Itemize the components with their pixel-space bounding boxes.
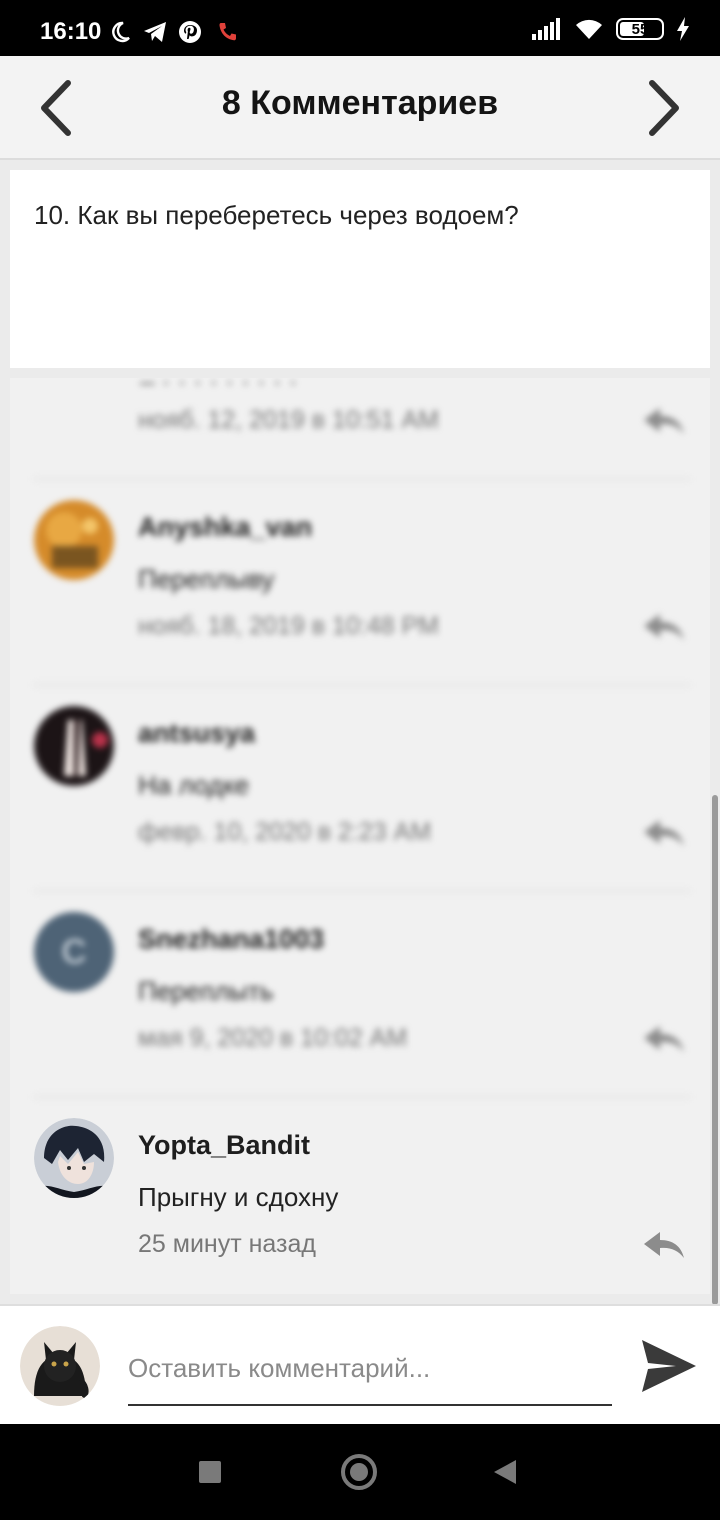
reply-icon[interactable] (640, 608, 688, 648)
battery-icon: 55 (616, 18, 664, 40)
question-card: 10. Как вы переберетесь через водоем? (10, 170, 710, 368)
reply-icon[interactable] (640, 402, 688, 442)
wifi-icon (576, 19, 602, 39)
list-item: C Snezhana1003 Переплыть мая 9, 2020 в 1… (10, 892, 710, 1098)
next-button[interactable] (636, 80, 692, 136)
avatar[interactable] (34, 706, 114, 786)
comment-author[interactable]: Anyshka_van (138, 512, 312, 543)
signal-icon (532, 18, 560, 40)
battery-level: 55 (631, 20, 649, 38)
question-text: 10. Как вы переберетесь через водоем? (34, 200, 519, 230)
header: 8 Комментариев (0, 56, 720, 160)
list-item: – · · · · · · · · · нояб. 12, 2019 в 10:… (10, 378, 710, 480)
comment-author[interactable]: Snezhana1003 (138, 924, 324, 955)
reply-icon[interactable] (640, 814, 688, 854)
status-bar: 16:10 55 (0, 0, 720, 56)
status-time: 16:10 (40, 18, 102, 45)
list-item: Anyshka_van Переплыву нояб. 18, 2019 в 1… (10, 480, 710, 686)
comment-time: нояб. 18, 2019 в 10:48 PM (138, 612, 439, 640)
recent-apps-icon[interactable] (199, 1461, 221, 1483)
comment-text: На лодке (138, 770, 250, 800)
send-button[interactable] (638, 1336, 700, 1396)
scrollbar[interactable] (712, 795, 718, 1305)
avatar[interactable]: C (34, 912, 114, 992)
my-avatar[interactable] (20, 1326, 100, 1406)
avatar[interactable] (34, 1118, 114, 1198)
comments-list[interactable]: – · · · · · · · · · нояб. 12, 2019 в 10:… (10, 378, 710, 1294)
comment-author[interactable]: antsusya (138, 718, 255, 749)
comment-time: нояб. 12, 2019 в 10:51 AM (138, 406, 439, 434)
home-icon[interactable] (341, 1454, 377, 1490)
moon-icon (112, 21, 130, 43)
comment-input[interactable] (128, 1340, 612, 1406)
reply-icon[interactable] (640, 1226, 688, 1266)
telegram-icon (144, 22, 166, 42)
comment-time: февр. 10, 2020 в 2:23 AM (138, 818, 432, 846)
page-title: 8 Комментариев (221, 84, 499, 122)
list-item: antsusya На лодке февр. 10, 2020 в 2:23 … (10, 686, 710, 892)
list-item: Yopta_Bandit Прыгну и сдохну 25 минут на… (10, 1098, 710, 1294)
comment-author[interactable]: Yopta_Bandit (138, 1130, 310, 1161)
reply-icon[interactable] (640, 1020, 688, 1060)
chevron-right-icon (649, 80, 679, 136)
avatar[interactable] (34, 500, 114, 580)
charging-icon (677, 17, 689, 41)
comment-time: мая 9, 2020 в 10:02 AM (138, 1024, 408, 1052)
pinterest-icon (179, 21, 201, 43)
comment-text-partial: – · · · · · · · · · (140, 378, 298, 396)
system-nav-bar (0, 1424, 720, 1520)
comment-time: 25 минут назад (138, 1230, 316, 1258)
comment-text: Прыгну и сдохну (138, 1182, 339, 1212)
comment-composer (0, 1304, 720, 1424)
comment-text: Переплыть (138, 976, 274, 1006)
comment-text: Переплыву (138, 564, 275, 594)
back-icon[interactable] (494, 1460, 516, 1484)
missed-call-icon (219, 23, 236, 41)
status-indicators: 55 (532, 16, 690, 42)
avatar-letter: C (61, 932, 87, 971)
